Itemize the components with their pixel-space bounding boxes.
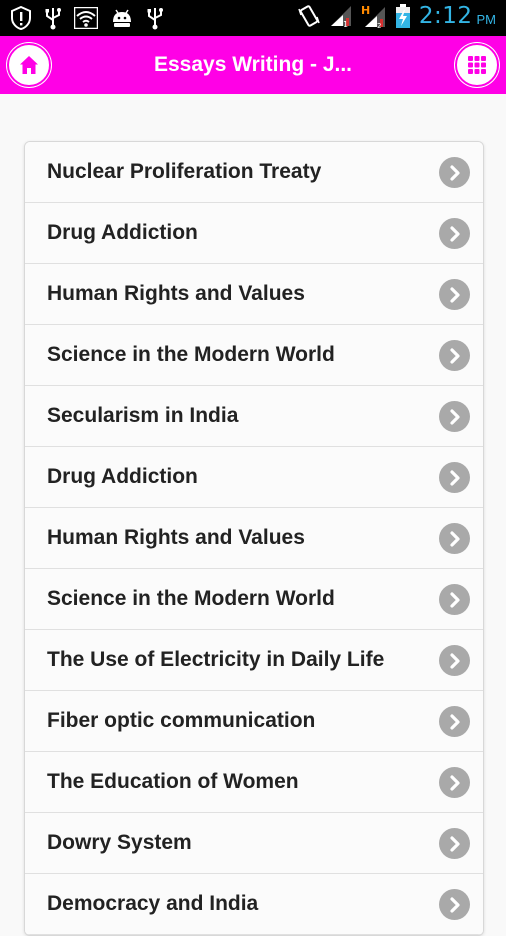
android-icon [110, 5, 134, 31]
list-item[interactable]: Human Rights and Values [25, 264, 483, 325]
list-item[interactable]: Dowry System [25, 813, 483, 874]
list-item-label: Fiber optic communication [47, 709, 316, 732]
chevron-right-icon [439, 767, 470, 798]
chevron-right-icon [439, 828, 470, 859]
chevron-right-icon [439, 889, 470, 920]
battery-charging-icon [395, 3, 411, 29]
list-item-label: Secularism in India [47, 404, 239, 427]
essay-list: Nuclear Proliferation Treaty Drug Addict… [24, 141, 484, 936]
list-item-label: Science in the Modern World [47, 587, 335, 610]
app-bar: Essays Writing - J... [0, 36, 506, 94]
list-item[interactable]: Drug Addiction [25, 447, 483, 508]
list-item[interactable]: The Use of Electricity in Daily Life [25, 630, 483, 691]
list-item-label: Dowry System [47, 831, 192, 854]
list-item[interactable]: Drug Addiction [25, 203, 483, 264]
home-button[interactable] [7, 43, 51, 87]
vibrate-icon [297, 3, 321, 29]
list-item[interactable]: Science in the Modern World [25, 325, 483, 386]
list-item-label: The Use of Electricity in Daily Life [47, 648, 385, 671]
alert-icon [10, 5, 32, 31]
list-item-label: Human Rights and Values [47, 282, 305, 305]
list-item-label: Democracy and India [47, 892, 259, 915]
list-item[interactable]: Science in the Modern World [25, 569, 483, 630]
list-item[interactable]: Human Rights and Values [25, 508, 483, 569]
list-item-label: Human Rights and Values [47, 526, 305, 549]
usb-icon [146, 5, 164, 31]
chevron-right-icon [439, 706, 470, 737]
svg-text:1: 1 [343, 20, 348, 28]
list-item-label: Drug Addiction [47, 465, 198, 488]
hspa-signal-icon: H2 [361, 3, 387, 29]
list-item[interactable]: Nuclear Proliferation Treaty [25, 142, 483, 203]
list-item[interactable]: The Education of Women [25, 752, 483, 813]
chevron-right-icon [439, 584, 470, 615]
status-icons-left [10, 5, 164, 31]
home-icon [20, 56, 38, 74]
svg-text:H: H [361, 4, 370, 17]
app-title: Essays Writing - J... [153, 53, 352, 76]
list-item[interactable]: Secularism in India [25, 386, 483, 447]
chevron-right-icon [439, 157, 470, 188]
list-item-label: The Education of Women [47, 770, 299, 793]
status-icons-right: 1 H2 2:12 PM [297, 3, 496, 29]
clock-time: 2:12 [418, 3, 473, 29]
svg-text:2: 2 [377, 22, 381, 29]
status-bar: 1 H2 2:12 PM [0, 0, 506, 36]
menu-grid-button[interactable] [455, 43, 499, 87]
chevron-right-icon [439, 401, 470, 432]
signal-icon: 1 [329, 3, 353, 29]
list-item[interactable]: Fiber optic communication [25, 691, 483, 752]
usb-icon [44, 5, 62, 31]
wifi-icon [74, 5, 98, 31]
chevron-right-icon [439, 340, 470, 371]
chevron-right-icon [439, 218, 470, 249]
chevron-right-icon [439, 645, 470, 676]
clock-ampm: PM [476, 12, 497, 27]
grid-icon [468, 56, 486, 74]
chevron-right-icon [439, 523, 470, 554]
list-item[interactable]: Democracy and India [25, 874, 483, 935]
list-item-label: Science in the Modern World [47, 343, 335, 366]
chevron-right-icon [439, 462, 470, 493]
list-item-label: Nuclear Proliferation Treaty [47, 160, 322, 183]
chevron-right-icon [439, 279, 470, 310]
list-item-label: Drug Addiction [47, 221, 198, 244]
